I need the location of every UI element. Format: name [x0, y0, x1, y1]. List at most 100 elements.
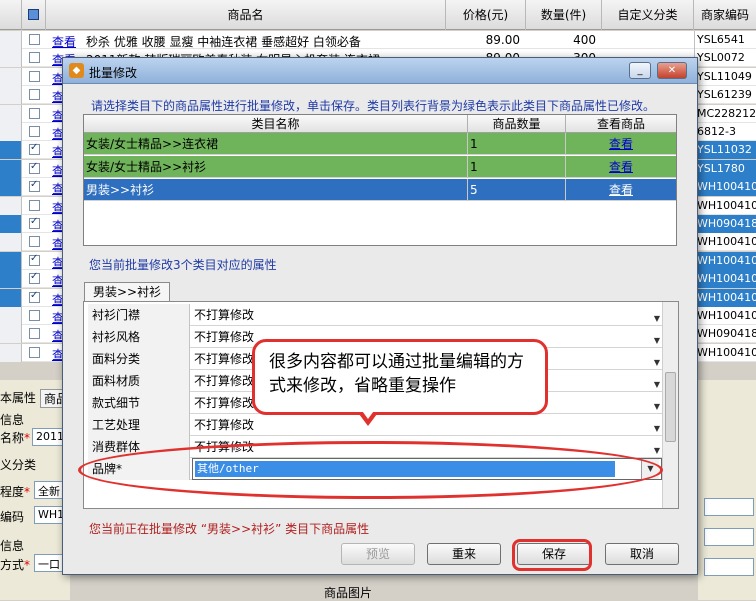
row-checkbox[interactable]: [29, 126, 40, 137]
right-field-3[interactable]: [704, 558, 754, 576]
row-checkbox[interactable]: [29, 89, 40, 101]
row-checkbox[interactable]: [29, 34, 40, 45]
tab-category-mens-shirt[interactable]: 男装>>衬衫: [84, 282, 171, 302]
right-field-2[interactable]: [704, 528, 754, 546]
property-value: 不打算修改: [194, 330, 255, 344]
property-value: 不打算修改: [194, 352, 255, 366]
property-value: 不打算修改: [194, 418, 255, 432]
column-header-custom-category[interactable]: 自定义分类: [602, 0, 694, 30]
row-checkbox[interactable]: [29, 199, 40, 211]
row-checkbox[interactable]: [29, 310, 40, 321]
merchant-code: YSL11032: [694, 141, 756, 160]
row-selector[interactable]: [0, 270, 22, 289]
row-selector[interactable]: [0, 196, 22, 215]
right-field-1[interactable]: [704, 498, 754, 516]
select-all-checkbox[interactable]: [22, 0, 46, 30]
merchant-code: YSL61239: [694, 86, 756, 105]
view-goods-cell: 查看: [566, 156, 676, 178]
merchant-code: YSL6541: [694, 31, 756, 49]
preview-button[interactable]: 预览: [341, 543, 415, 565]
product-quantity: 400: [573, 33, 596, 47]
row-selector[interactable]: [0, 215, 22, 233]
row-selector[interactable]: [0, 178, 22, 197]
property-name: 面料分类: [88, 348, 190, 370]
row-checkbox[interactable]: [29, 179, 40, 193]
product-name: 秒杀 优雅 收腰 显瘦 中袖连衣裙 垂感超好 白领必备: [86, 35, 361, 49]
row-checkbox[interactable]: [29, 346, 40, 358]
column-header-merchant-code[interactable]: 商家编码: [694, 0, 756, 30]
row-checkbox[interactable]: [29, 70, 40, 82]
row-selector[interactable]: [0, 251, 22, 270]
header-goods-count[interactable]: 商品数量: [468, 115, 566, 133]
goods-image-label: 商品图片: [324, 586, 373, 600]
row-checkbox[interactable]: [29, 161, 40, 174]
highlight-ellipse: [78, 441, 663, 499]
row-checkbox[interactable]: [29, 271, 40, 285]
name-label: 名称*: [0, 431, 31, 445]
category-name: 女装/女士精品>>衬衫: [84, 156, 468, 178]
column-header-price[interactable]: 价格(元): [446, 0, 526, 30]
merchant-code: WH1004100: [694, 288, 756, 307]
category-row[interactable]: 女装/女士精品>>衬衫 1 查看: [84, 156, 676, 178]
row-selector[interactable]: [0, 123, 22, 141]
view-goods-cell: 查看: [566, 179, 676, 201]
close-button[interactable]: ✕: [657, 62, 687, 79]
row-checkbox[interactable]: [29, 142, 40, 156]
callout-bubble: 很多内容都可以通过批量编辑的方式来修改，省略重复操作: [252, 339, 548, 415]
row-selector[interactable]: [0, 49, 22, 68]
row-checkbox[interactable]: [29, 52, 40, 64]
merchant-code: WH1004100: [694, 343, 756, 362]
merchant-code: WH1004100: [694, 233, 756, 252]
row-selector[interactable]: [0, 86, 22, 105]
header-category-name[interactable]: 类目名称: [84, 115, 468, 133]
merchant-code: WH1004100: [694, 270, 756, 289]
view-goods-link[interactable]: 查看: [609, 137, 633, 151]
row-selector[interactable]: [0, 325, 22, 344]
view-goods-link[interactable]: 查看: [609, 160, 633, 174]
row-checkbox[interactable]: [29, 236, 40, 248]
property-value: 不打算修改: [194, 396, 255, 410]
merchant-code: YSL11049: [694, 67, 756, 86]
category-row-selected[interactable]: 男装>>衬衫 5 查看: [84, 179, 676, 201]
view-link[interactable]: 查看: [52, 33, 76, 50]
row-selector[interactable]: [0, 67, 22, 86]
tab-basic-attributes[interactable]: 本属性: [0, 389, 36, 406]
row-checkbox[interactable]: [29, 216, 40, 229]
merchant-code: WH0904184: [694, 325, 756, 344]
merchant-code: 6812-3: [694, 123, 756, 141]
row-selector[interactable]: [0, 343, 22, 362]
property-name: 款式细节: [88, 392, 190, 414]
row-selector[interactable]: [0, 141, 22, 160]
product-row[interactable]: 查看 秒杀 优雅 收腰 显瘦 中袖连衣裙 垂感超好 白领必备 89.00 400 YSL…: [0, 31, 756, 49]
property-value-select[interactable]: 不打算修改 ▼: [192, 304, 662, 326]
row-checkbox[interactable]: [29, 328, 40, 340]
property-row: 衬衫门襟 不打算修改 ▼: [88, 304, 662, 326]
property-value-select[interactable]: 不打算修改 ▼: [192, 414, 662, 436]
row-checkbox[interactable]: [29, 290, 40, 303]
row-selector[interactable]: [0, 233, 22, 252]
row-selector[interactable]: [0, 104, 22, 123]
dialog-titlebar[interactable]: ◆ 批量修改 _ ✕: [63, 58, 697, 84]
merchant-code: YSL0072: [694, 49, 756, 68]
property-grid-scrollbar[interactable]: [662, 302, 678, 508]
row-checkbox[interactable]: [29, 253, 40, 266]
minimize-button[interactable]: _: [629, 62, 651, 79]
row-selector[interactable]: [0, 288, 22, 307]
right-form-panel: [698, 380, 756, 600]
cancel-button[interactable]: 取消: [605, 543, 679, 565]
scrollbar-thumb[interactable]: [665, 372, 676, 442]
merchant-code: WH1004100: [694, 178, 756, 197]
row-selector[interactable]: [0, 307, 22, 325]
row-selector[interactable]: [0, 31, 22, 49]
category-row[interactable]: 女装/女士精品>>连衣裙 1 查看: [84, 133, 676, 155]
column-header-quantity[interactable]: 数量(件): [526, 0, 602, 30]
row-selector[interactable]: [0, 159, 22, 178]
column-header-name[interactable]: 商品名: [46, 0, 446, 30]
header-view-goods[interactable]: 查看商品: [566, 115, 676, 133]
reset-button[interactable]: 重来: [427, 543, 501, 565]
dialog-title: 批量修改: [89, 66, 138, 80]
view-goods-link[interactable]: 查看: [609, 183, 633, 197]
save-button-highlight: [512, 539, 592, 571]
bag-icon: ◆: [69, 63, 84, 78]
row-checkbox[interactable]: [29, 107, 40, 119]
